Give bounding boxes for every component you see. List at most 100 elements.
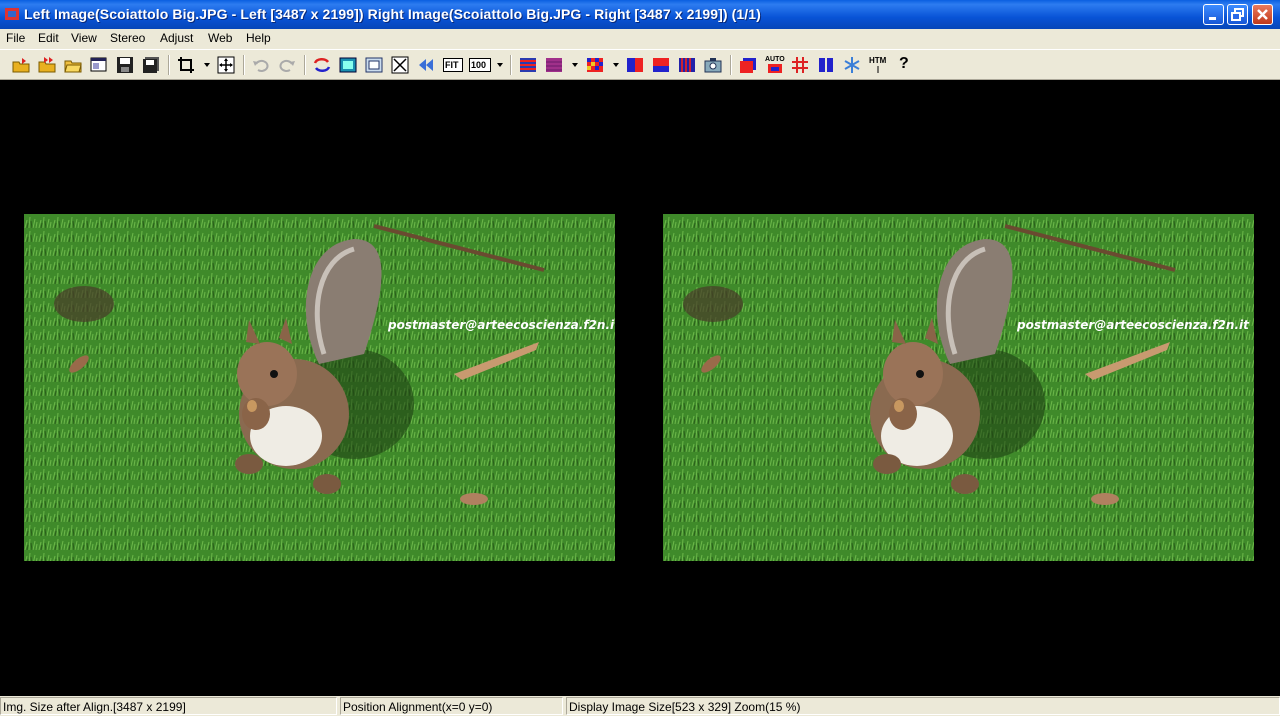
snowflake-button[interactable] <box>843 56 861 74</box>
stereo-dropdown-icon[interactable] <box>572 63 578 67</box>
image-workspace[interactable]: postmaster@arteecoscienza.f2n.it postmas… <box>0 80 1280 696</box>
toolbar-separator <box>510 55 512 75</box>
color-anaglyph-icon <box>740 58 756 73</box>
folder-icon <box>64 60 82 73</box>
undo-button[interactable] <box>252 56 270 74</box>
close-button[interactable] <box>1252 4 1273 25</box>
minimize-button[interactable] <box>1203 4 1224 25</box>
stereo-interlaced-button[interactable] <box>519 56 537 74</box>
help-button[interactable]: ? <box>895 55 913 74</box>
column-icon <box>679 58 695 72</box>
folder-button[interactable] <box>64 56 82 74</box>
fit-label: FIT <box>445 60 459 70</box>
swap-icon <box>313 58 331 72</box>
status-bar: Img. Size after Align.[3487 x 2199] Posi… <box>0 696 1280 716</box>
status-image-size: Img. Size after Align.[3487 x 2199] <box>0 697 337 715</box>
left-image[interactable]: postmaster@arteecoscienza.f2n.it <box>24 214 615 561</box>
zoom-100-button[interactable]: 100 <box>469 56 491 74</box>
save-icon <box>117 57 133 73</box>
fit-button[interactable]: FIT <box>443 56 463 74</box>
crop-icon <box>178 57 194 73</box>
parallel-icon <box>819 58 833 72</box>
close-icon <box>1257 9 1268 20</box>
snowflake-icon <box>844 57 860 73</box>
menu-edit[interactable]: Edit <box>38 31 59 45</box>
fullscreen-icon <box>391 56 409 74</box>
swap-button[interactable] <box>313 56 331 74</box>
auto-align-button[interactable]: AUTO <box>765 56 785 74</box>
watermark-text: postmaster@arteecoscienza.f2n.it <box>388 318 615 332</box>
restore-button[interactable] <box>1227 4 1248 25</box>
status-display-size: Display Image Size[523 x 329] Zoom(15 %) <box>566 697 1280 715</box>
stereo-checker-icon <box>587 58 603 72</box>
crop-button[interactable] <box>177 56 195 74</box>
above-below-button[interactable] <box>652 56 670 74</box>
toolbar-separator <box>304 55 306 75</box>
parallel-button[interactable] <box>817 56 835 74</box>
menu-web[interactable]: Web <box>208 31 232 45</box>
grid-icon <box>792 57 808 73</box>
menu-stereo[interactable]: Stereo <box>110 31 145 45</box>
window-icon <box>90 57 107 72</box>
align-button[interactable] <box>417 56 435 74</box>
toolbar: FIT 100 AUTO HTM ? <box>0 49 1280 80</box>
checker-dropdown-icon[interactable] <box>613 63 619 67</box>
color-anaglyph-button[interactable] <box>739 56 757 74</box>
align-icon <box>419 59 433 71</box>
save-all-button[interactable] <box>142 56 160 74</box>
squirrel-photo-right <box>663 214 1254 561</box>
open-multi-icon <box>38 57 56 73</box>
frame-button[interactable] <box>365 56 383 74</box>
auto-align-label: AUTO <box>765 56 785 63</box>
menu-bar: File Edit View Stereo Adjust Web Help <box>0 29 1280 49</box>
save-all-icon <box>143 57 159 73</box>
side-by-side-button[interactable] <box>626 56 644 74</box>
toolbar-separator <box>243 55 245 75</box>
stereo-anaglyph-icon <box>546 58 562 72</box>
menu-help[interactable]: Help <box>246 31 271 45</box>
help-icon: ? <box>899 55 909 72</box>
zoom-100-label: 100 <box>471 60 487 70</box>
html-button[interactable]: HTM <box>869 56 887 74</box>
grid-button[interactable] <box>791 56 809 74</box>
menu-file[interactable]: File <box>6 31 25 45</box>
save-button[interactable] <box>116 56 134 74</box>
toolbar-separator <box>730 55 732 75</box>
stereo-interlaced-icon <box>520 58 536 72</box>
watermark-text: postmaster@arteecoscienza.f2n.it <box>1017 318 1249 332</box>
open-multi-button[interactable] <box>38 56 56 74</box>
open-button[interactable] <box>12 56 30 74</box>
column-button[interactable] <box>678 56 696 74</box>
toolbar-separator <box>168 55 170 75</box>
fit-window-icon <box>339 57 357 73</box>
move-button[interactable] <box>217 56 235 74</box>
window-title: Left Image(Scoiattolo Big.JPG - Left [34… <box>24 6 761 22</box>
crop-dropdown-icon[interactable] <box>204 63 210 67</box>
minimize-icon <box>1209 17 1216 20</box>
fullscreen-button[interactable] <box>391 56 409 74</box>
title-bar: Left Image(Scoiattolo Big.JPG - Left [34… <box>0 0 1280 29</box>
stereo-anaglyph-button[interactable] <box>545 56 563 74</box>
move-icon <box>217 56 235 74</box>
side-by-side-icon <box>627 58 643 72</box>
status-position-alignment: Position Alignment(x=0 y=0) <box>340 697 563 715</box>
squirrel-photo-left <box>24 214 615 561</box>
right-image[interactable]: postmaster@arteecoscienza.f2n.it <box>663 214 1254 561</box>
html-label: HTM <box>869 56 887 65</box>
undo-icon <box>253 60 269 72</box>
camera-icon <box>704 58 722 73</box>
camera-button[interactable] <box>704 56 722 74</box>
zoom-dropdown-icon[interactable] <box>497 63 503 67</box>
restore-icon <box>1231 8 1244 21</box>
app-icon[interactable] <box>4 6 20 22</box>
stereo-checker-button[interactable] <box>586 56 604 74</box>
redo-button[interactable] <box>278 56 296 74</box>
menu-view[interactable]: View <box>71 31 97 45</box>
redo-icon <box>279 60 295 72</box>
fit-window-button[interactable] <box>339 56 357 74</box>
frame-icon <box>365 57 383 73</box>
menu-adjust[interactable]: Adjust <box>160 31 193 45</box>
window-button[interactable] <box>90 56 108 74</box>
open-icon <box>12 58 30 73</box>
above-below-icon <box>653 58 669 72</box>
